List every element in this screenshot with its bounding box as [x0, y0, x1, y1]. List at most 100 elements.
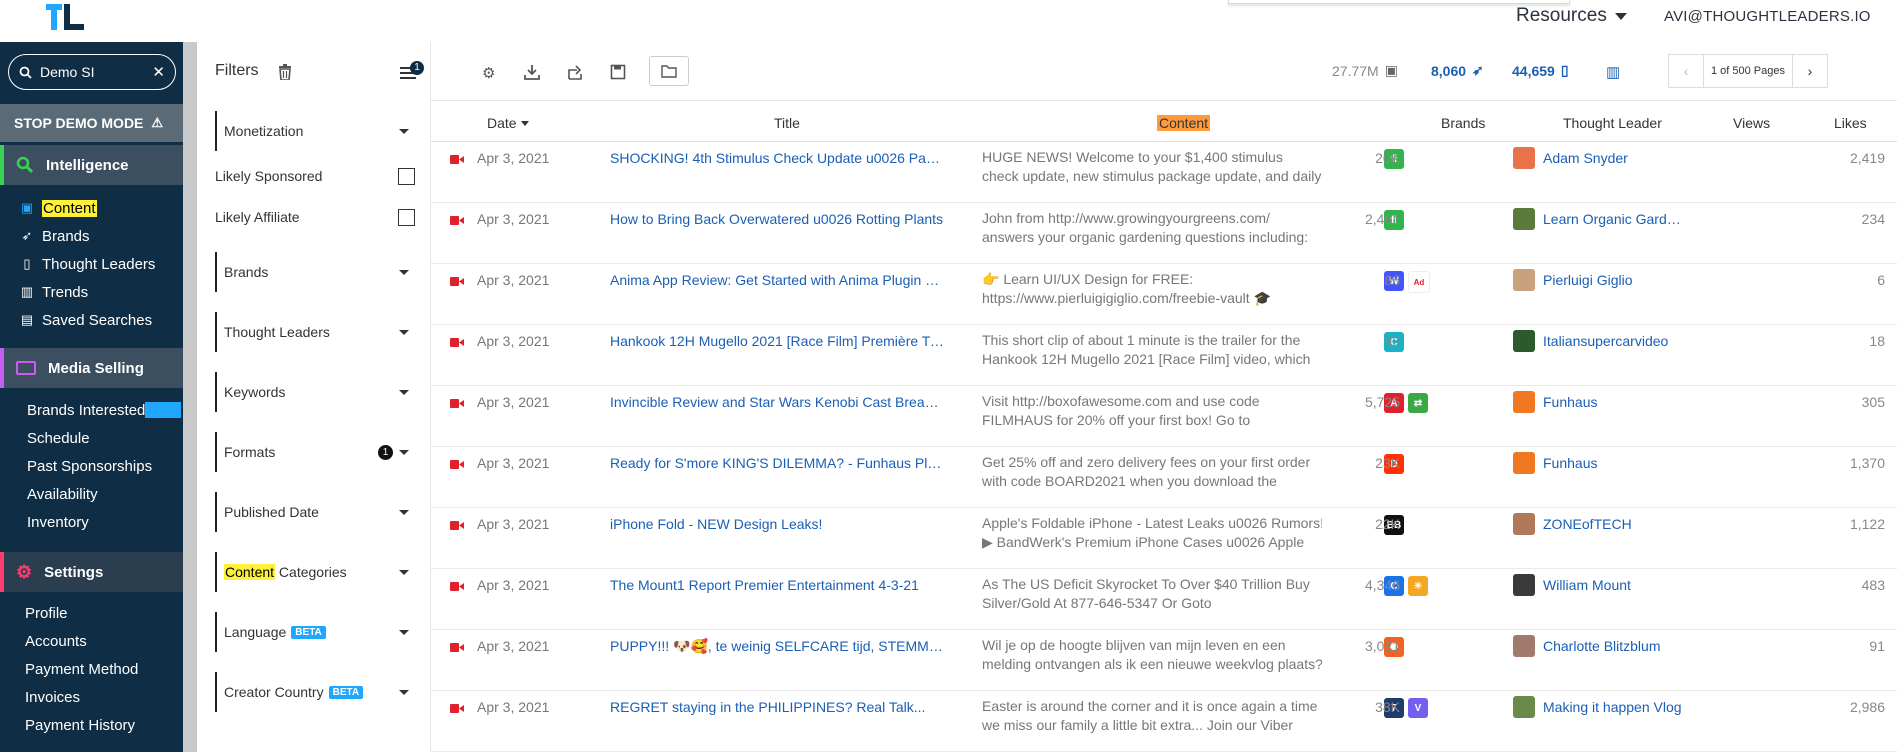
thought-leader-link[interactable]: Making it happen Vlog: [1543, 699, 1682, 715]
sidebar-search[interactable]: ✕: [8, 54, 176, 90]
sidebar-item-schedule[interactable]: Schedule: [27, 426, 90, 450]
cell-content: As The US Deficit Skyrocket To Over $40 …: [982, 575, 1322, 613]
cell-thought-leader[interactable]: Adam Snyder: [1513, 147, 1628, 169]
stop-demo-button[interactable]: STOP DEMO MODE ⚠: [0, 104, 183, 142]
cell-title-link[interactable]: Ready for S'more KING'S DILEMMA? - Funha…: [610, 455, 945, 471]
cell-title-link[interactable]: Invincible Review and Star Wars Kenobi C…: [610, 394, 945, 410]
column-header-thought-leader[interactable]: Thought Leader: [1563, 115, 1662, 131]
cell-thought-leader[interactable]: ZONEofTECH: [1513, 513, 1632, 535]
cell-thought-leader[interactable]: Making it happen Vlog: [1513, 696, 1682, 718]
brand-logo[interactable]: V: [1408, 698, 1428, 718]
brand-logo[interactable]: ☀: [1408, 576, 1428, 596]
column-header-content[interactable]: Content: [1157, 115, 1211, 131]
thought-leader-link[interactable]: ZONEofTECH: [1543, 516, 1632, 532]
table-row[interactable]: Apr 3, 2021 Invincible Review and Star Wa…: [431, 385, 1897, 447]
thought-leader-link[interactable]: William Mount: [1543, 577, 1631, 593]
column-header-views[interactable]: Views: [1733, 115, 1770, 131]
sidebar-item-inventory[interactable]: Inventory: [27, 510, 89, 534]
save-icon[interactable]: [610, 64, 626, 80]
column-header-date[interactable]: Date: [487, 115, 529, 131]
filter-likely-sponsored[interactable]: Likely Sponsored: [215, 164, 415, 188]
filter-formats[interactable]: Formats 1: [215, 432, 411, 472]
sidebar-item-saved-searches[interactable]: ▤ Saved Searches: [20, 308, 152, 332]
resources-menu[interactable]: Resources: [1516, 4, 1627, 28]
thought-leader-link[interactable]: Charlotte Blitzblum: [1543, 638, 1661, 654]
sidebar-scrollbar[interactable]: [183, 42, 197, 752]
prev-page-button[interactable]: ‹: [1669, 55, 1703, 87]
cell-thought-leader[interactable]: William Mount: [1513, 574, 1631, 596]
section-settings[interactable]: ⚙ Settings: [0, 552, 183, 592]
sidebar-item-payment-history[interactable]: Payment History: [25, 713, 135, 737]
search-input[interactable]: [38, 63, 152, 81]
trash-icon[interactable]: [278, 64, 292, 80]
table-row[interactable]: Apr 3, 2021 Ready for S'more KING'S DILEM…: [431, 446, 1897, 508]
column-header-likes[interactable]: Likes: [1834, 115, 1867, 131]
cell-thought-leader[interactable]: Learn Organic Gardening: [1513, 208, 1683, 230]
cell-title-link[interactable]: Anima App Review: Get Started with Anima…: [610, 272, 945, 288]
gear-icon[interactable]: ⚙: [482, 64, 498, 82]
thought-leader-link[interactable]: Italiansupercarvideo: [1543, 333, 1668, 349]
cell-thought-leader[interactable]: Funhaus: [1513, 452, 1597, 474]
clear-search-icon[interactable]: ✕: [152, 63, 165, 81]
sidebar-item-thought-leaders[interactable]: ▯ Thought Leaders: [20, 252, 155, 276]
thoughtleaders-logo[interactable]: [44, 0, 86, 36]
table-row[interactable]: Apr 3, 2021 SHOCKING! 4th Stimulus Check …: [431, 141, 1897, 203]
brand-logo[interactable]: Ad: [1408, 271, 1430, 293]
cell-title-link[interactable]: PUPPY!!! 🐶🥰, te weinig SELFCARE tijd, ST…: [610, 638, 945, 655]
cell-thought-leader[interactable]: Pierluigi Giglio: [1513, 269, 1632, 291]
cell-title-link[interactable]: How to Bring Back Overwatered u0026 Rott…: [610, 211, 945, 227]
sidebar-item-accounts[interactable]: Accounts: [25, 629, 87, 653]
sidebar-item-invoices[interactable]: Invoices: [25, 685, 80, 709]
user-account-menu[interactable]: AVI@THOUGHTLEADERS.IO: [1664, 8, 1871, 25]
share-icon[interactable]: [567, 64, 583, 80]
filter-likely-affiliate[interactable]: Likely Affiliate: [215, 205, 415, 229]
thought-leader-link[interactable]: Funhaus: [1543, 455, 1597, 471]
likely-affiliate-checkbox[interactable]: [398, 208, 415, 226]
bar-chart-icon[interactable]: ▥: [1606, 63, 1620, 81]
next-page-button[interactable]: ›: [1793, 55, 1827, 87]
thought-leader-link[interactable]: Learn Organic Gardening: [1543, 211, 1683, 227]
likely-sponsored-checkbox[interactable]: [398, 167, 415, 185]
table-row[interactable]: Apr 3, 2021 Hankook 12H Mugello 2021 [Rac…: [431, 324, 1897, 386]
sidebar-item-profile[interactable]: Profile: [25, 601, 68, 625]
section-media-selling[interactable]: Media Selling: [0, 348, 183, 388]
cell-title-link[interactable]: SHOCKING! 4th Stimulus Check Update u002…: [610, 150, 945, 166]
table-row[interactable]: Apr 3, 2021 Anima App Review: Get Started…: [431, 263, 1897, 325]
section-intelligence[interactable]: Intelligence: [0, 145, 183, 185]
filter-creator-country[interactable]: Creator Country BETA: [215, 672, 411, 712]
cell-thought-leader[interactable]: Italiansupercarvideo: [1513, 330, 1668, 352]
filter-language[interactable]: Language BETA: [215, 612, 411, 652]
sidebar-item-past-sponsorships[interactable]: Past Sponsorships: [27, 454, 152, 478]
cell-title-link[interactable]: The Mount1 Report Premier Entertainment …: [610, 577, 945, 593]
filter-monetization[interactable]: Monetization: [215, 111, 411, 151]
sidebar-item-payment-method[interactable]: Payment Method: [25, 657, 138, 681]
cell-title-link[interactable]: REGRET staying in the PHILIPPINES? Real …: [610, 699, 945, 715]
thought-leader-link[interactable]: Pierluigi Giglio: [1543, 272, 1632, 288]
table-row[interactable]: Apr 3, 2021 PUPPY!!! 🐶🥰, te weinig SELFCA…: [431, 629, 1897, 691]
table-row[interactable]: Apr 3, 2021 The Mount1 Report Premier Ent…: [431, 568, 1897, 630]
filter-keywords[interactable]: Keywords: [215, 372, 411, 412]
cell-title-link[interactable]: Hankook 12H Mugello 2021 [Race Film] Pre…: [610, 333, 945, 349]
filter-content-categories[interactable]: Content Categories: [215, 552, 411, 592]
cell-thought-leader[interactable]: Funhaus: [1513, 391, 1597, 413]
sidebar-item-availability[interactable]: Availability: [27, 482, 98, 506]
thought-leader-link[interactable]: Funhaus: [1543, 394, 1597, 410]
table-row[interactable]: Apr 3, 2021 How to Bring Back Overwatered…: [431, 202, 1897, 264]
column-header-brands[interactable]: Brands: [1441, 115, 1485, 131]
thought-leader-link[interactable]: Adam Snyder: [1543, 150, 1628, 166]
sidebar-item-trends[interactable]: ▥ Trends: [20, 280, 88, 304]
brand-logo[interactable]: ⇄: [1408, 393, 1428, 413]
sidebar-item-content[interactable]: ▣ Content: [20, 196, 97, 220]
cell-thought-leader[interactable]: Charlotte Blitzblum: [1513, 635, 1661, 657]
open-folder-button[interactable]: [649, 56, 689, 86]
download-icon[interactable]: [524, 64, 540, 80]
table-row[interactable]: Apr 3, 2021 iPhone Fold - NEW Design Leak…: [431, 507, 1897, 569]
sidebar-item-brands-interested[interactable]: Brands Interested: [27, 398, 145, 422]
filter-thought-leaders[interactable]: Thought Leaders: [215, 312, 411, 352]
filter-published-date[interactable]: Published Date: [215, 492, 411, 532]
cell-title-link[interactable]: iPhone Fold - NEW Design Leaks!: [610, 516, 945, 532]
sidebar-item-brands[interactable]: ➶ Brands: [20, 224, 90, 248]
table-row[interactable]: Apr 3, 2021 REGRET staying in the PHILIPP…: [431, 690, 1897, 752]
column-header-title[interactable]: Title: [774, 115, 800, 131]
filter-brands[interactable]: Brands: [215, 252, 411, 292]
